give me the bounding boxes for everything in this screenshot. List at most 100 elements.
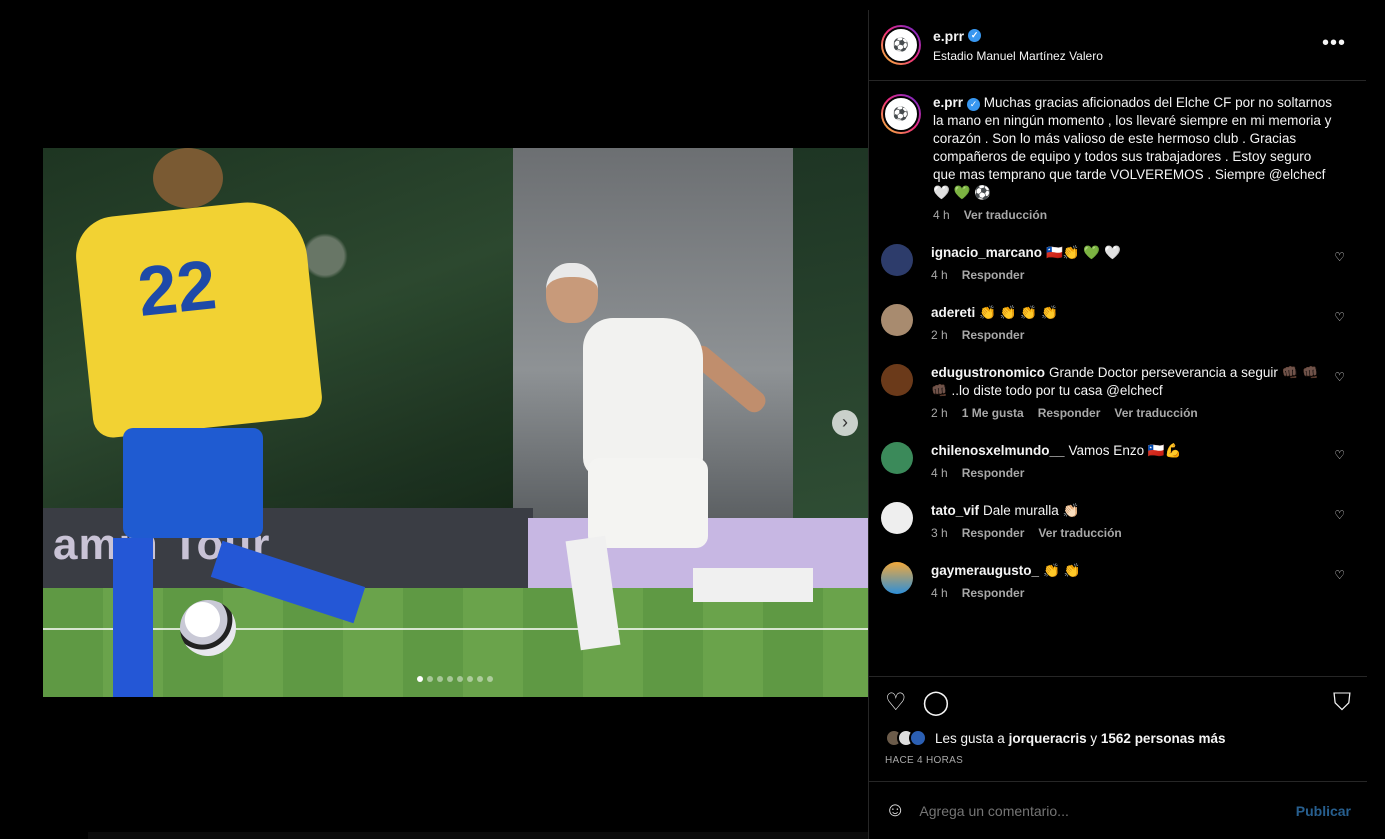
caption-translate-link[interactable]: Ver traducción [964, 208, 1047, 222]
likes-count[interactable]: 1562 personas más [1101, 731, 1226, 746]
comment-time: 4 h [931, 466, 948, 480]
post-actions: ♡ ◯ ⛉ Les gusta a jorqueracris y 1562 pe… [869, 676, 1367, 766]
next-slide-button[interactable]: › [832, 410, 858, 436]
commenter-username[interactable]: adereti [931, 305, 975, 320]
likes-prefix: Les gusta a [935, 730, 1005, 746]
pitch-line [43, 628, 868, 630]
comment-item: adereti 👏 👏 👏 👏 2 h Responder ♡ [881, 304, 1355, 342]
carousel-dot[interactable] [427, 676, 433, 682]
reply-link[interactable]: Responder [962, 586, 1025, 600]
commenter-avatar[interactable] [881, 502, 913, 534]
carousel-dot[interactable] [487, 676, 493, 682]
caption-time: 4 h [933, 208, 950, 222]
likes-user[interactable]: jorqueracris [1009, 731, 1087, 746]
commenter-avatar[interactable] [881, 244, 913, 276]
comment-body: Dale muralla 👏🏻 [983, 503, 1080, 518]
comment-body: 👏 👏 [1043, 563, 1081, 578]
comment-input[interactable] [919, 802, 1296, 819]
verified-badge-icon: ✓ [968, 29, 982, 42]
more-options-icon[interactable]: ••• [1322, 32, 1346, 55]
comment-time: 4 h [931, 586, 948, 600]
comment-text: tato_vif Dale muralla 👏🏻 [931, 502, 1331, 520]
comments-list[interactable]: ⚽ e.prr ✓ Muchas gracias aficionados del … [869, 82, 1367, 676]
caption-meta: 4 h Ver traducción [933, 208, 1333, 222]
comment-text: gaymeraugusto_ 👏 👏 [931, 562, 1331, 580]
reply-link[interactable]: Responder [962, 526, 1025, 540]
player-yellow-shorts [123, 428, 263, 538]
comment-likes[interactable]: 1 Me gusta [962, 406, 1024, 420]
comment-text: edugustronomico Grande Doctor perseveranc… [931, 364, 1331, 400]
comment-icon[interactable]: ◯ [923, 691, 950, 715]
comment-body: Vamos Enzo 🇨🇱💪 [1068, 443, 1182, 458]
publish-button[interactable]: Publicar [1296, 803, 1351, 819]
commenter-username[interactable]: edugustronomico [931, 365, 1045, 380]
carousel-dot[interactable] [467, 676, 473, 682]
carousel-dot[interactable] [477, 676, 483, 682]
comment-heart-icon[interactable]: ♡ [1334, 508, 1345, 522]
commenter-avatar[interactable] [881, 304, 913, 336]
post-time-ago: HACE 4 HORAS [885, 755, 964, 766]
author-avatar-image: ⚽ [883, 27, 919, 63]
likes-connector: y [1090, 730, 1098, 746]
player-yellow-leg [113, 538, 153, 697]
commenter-username[interactable]: chilenosxelmundo__ [931, 443, 1065, 458]
commenter-username[interactable]: gaymeraugusto_ [931, 563, 1039, 578]
comment-meta: 3 h Responder Ver traducción [931, 526, 1331, 540]
reply-link[interactable]: Responder [962, 328, 1025, 342]
commenter-avatar[interactable] [881, 562, 913, 594]
bookmark-icon[interactable]: ⛉ [1333, 691, 1351, 715]
comment-item: edugustronomico Grande Doctor perseveranc… [881, 364, 1355, 420]
reply-link[interactable]: Responder [962, 466, 1025, 480]
carousel-dot[interactable] [447, 676, 453, 682]
comment-text: chilenosxelmundo__ Vamos Enzo 🇨🇱💪 [931, 442, 1331, 460]
liker-avatar [909, 729, 927, 747]
comment-meta: 4 h Responder [931, 586, 1331, 600]
emoji-icon[interactable]: ☺ [885, 799, 905, 822]
comment-body: 👏 👏 👏 👏 [979, 305, 1058, 320]
player-white-leg-2 [693, 568, 813, 602]
author-avatar[interactable]: ⚽ [881, 25, 921, 65]
reply-link[interactable]: Responder [1038, 406, 1101, 420]
reply-link[interactable]: Responder [962, 268, 1025, 282]
commenter-username[interactable]: ignacio_marcano [931, 245, 1042, 260]
comment-meta: 4 h Responder [931, 466, 1331, 480]
comment-time: 2 h [931, 406, 948, 420]
player-white-head [546, 263, 598, 323]
author-username[interactable]: e.prr ✓ [933, 27, 982, 44]
likes-summary: Les gusta a jorqueracris y 1562 personas… [885, 729, 1351, 747]
carousel-dot[interactable] [437, 676, 443, 682]
translate-link[interactable]: Ver traducción [1038, 526, 1121, 540]
comment-time: 3 h [931, 526, 948, 540]
comment-text: ignacio_marcano 🇨🇱👏 💚 🤍 [931, 244, 1331, 262]
player-white-shorts [588, 458, 708, 548]
post-media-pane: amm Tour 22 › [0, 0, 868, 839]
carousel-dot[interactable] [417, 676, 423, 682]
comment-meta: 2 h 1 Me gusta Responder Ver traducción [931, 406, 1331, 420]
commenter-username[interactable]: tato_vif [931, 503, 979, 518]
comment-meta: 2 h Responder [931, 328, 1331, 342]
comment-time: 2 h [931, 328, 948, 342]
verified-badge-icon: ✓ [967, 98, 981, 111]
comment-heart-icon[interactable]: ♡ [1334, 448, 1345, 462]
caption-text: e.prr ✓ Muchas gracias aficionados del El… [933, 94, 1333, 202]
heart-icon[interactable]: ♡ [885, 691, 907, 715]
commenter-avatar[interactable] [881, 364, 913, 396]
post-location[interactable]: Estadio Manuel Martínez Valero [933, 49, 1103, 63]
carousel-dot[interactable] [457, 676, 463, 682]
post-side-panel: ⚽ e.prr ✓ Estadio Manuel Martínez Valero … [868, 10, 1367, 839]
author-username-text: e.prr [933, 27, 965, 44]
comment-heart-icon[interactable]: ♡ [1334, 370, 1345, 384]
translate-link[interactable]: Ver traducción [1114, 406, 1197, 420]
comment-item: gaymeraugusto_ 👏 👏 4 h Responder ♡ [881, 562, 1355, 600]
comment-item: ignacio_marcano 🇨🇱👏 💚 🤍 4 h Responder ♡ [881, 244, 1355, 282]
caption-username[interactable]: e.prr [933, 95, 963, 110]
player-yellow-number: 22 [134, 245, 220, 331]
comment-heart-icon[interactable]: ♡ [1334, 310, 1345, 324]
commenter-avatar[interactable] [881, 442, 913, 474]
comment-heart-icon[interactable]: ♡ [1334, 568, 1345, 582]
caption-avatar[interactable]: ⚽ [881, 94, 921, 134]
player-white-shirt [583, 318, 703, 478]
comment-heart-icon[interactable]: ♡ [1334, 250, 1345, 264]
caption-emoji: 🤍 💚 ⚽ [933, 185, 991, 200]
comment-item: tato_vif Dale muralla 👏🏻 3 h Responder Ve… [881, 502, 1355, 540]
